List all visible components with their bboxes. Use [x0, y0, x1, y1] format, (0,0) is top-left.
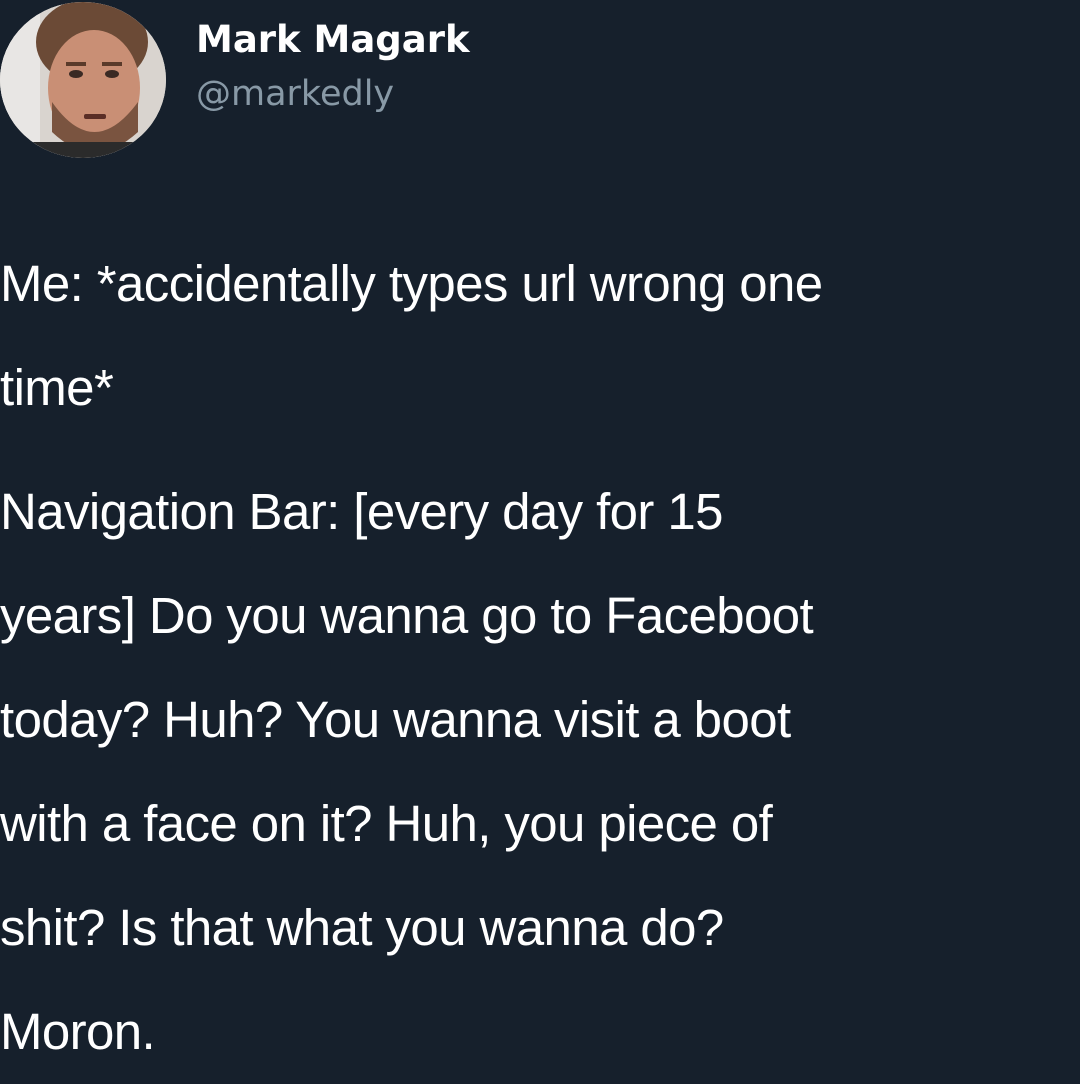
user-handle[interactable]: @markedly	[196, 72, 470, 116]
tweet-paragraph-1: Me: *accidentally types url wrong one ti…	[0, 232, 1080, 440]
tweet-text-line: today? Huh? You wanna visit a boot	[0, 691, 791, 748]
display-name[interactable]: Mark Magark	[196, 18, 470, 62]
author-info: Mark Magark @markedly	[196, 18, 470, 116]
tweet-text-line: with a face on it? Huh, you piece of	[0, 795, 773, 852]
avatar[interactable]	[0, 2, 166, 158]
tweet-text-line: Me: *accidentally types url wrong one	[0, 255, 823, 312]
avatar-photo-icon	[0, 2, 166, 158]
tweet-card: Mark Magark @markedly Me: *accidentally …	[0, 0, 1080, 1060]
tweet-text-line: Moron.	[0, 1003, 156, 1060]
tweet-text-line: time*	[0, 359, 114, 416]
tweet-text-line: years] Do you wanna go to Faceboot	[0, 587, 814, 644]
tweet-text-line: Navigation Bar: [every day for 15	[0, 483, 724, 540]
tweet-text-line: shit? Is that what you wanna do?	[0, 899, 724, 956]
tweet-paragraph-2: Navigation Bar: [every day for 15 years]…	[0, 460, 1080, 1084]
